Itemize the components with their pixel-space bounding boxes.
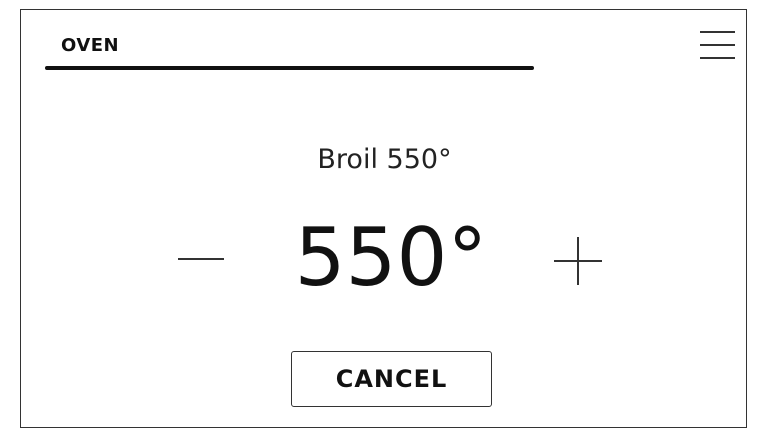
menu-button[interactable] xyxy=(699,28,737,64)
temperature-value: 550° xyxy=(294,211,488,304)
decrease-temperature-button[interactable] xyxy=(171,230,231,290)
cancel-button[interactable]: CANCEL xyxy=(291,351,492,407)
active-tab-underline xyxy=(45,66,534,70)
increase-temperature-button[interactable] xyxy=(548,233,608,293)
oven-control-screen: OVEN Broil 550° 550° CANCEL xyxy=(20,9,747,428)
cook-mode-label: Broil 550° xyxy=(317,144,452,175)
oven-tab-title[interactable]: OVEN xyxy=(61,35,119,56)
